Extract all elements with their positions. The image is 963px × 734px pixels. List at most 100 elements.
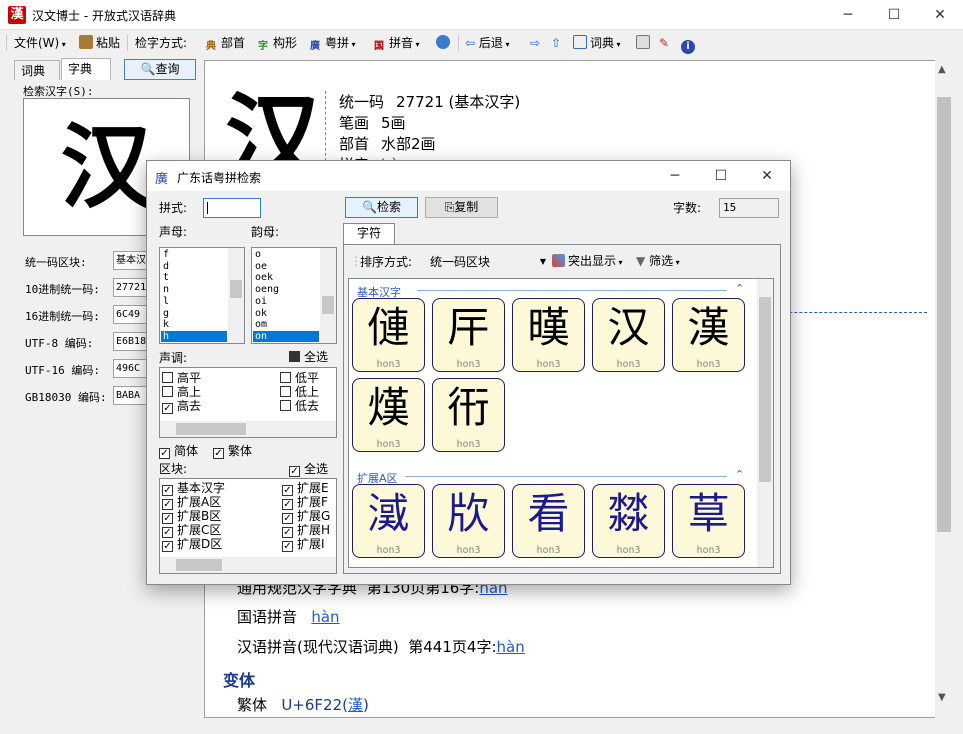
collapse-icon[interactable]: ⌃ [735, 282, 744, 295]
list-item[interactable]: g [161, 308, 227, 319]
guoyu-link[interactable]: hàn [311, 608, 339, 626]
list-item[interactable]: oeng [253, 284, 319, 295]
info-button[interactable]: i [681, 33, 698, 54]
toolbar: 文件(W) ▾ 粘贴 检字方式: 典部首 字构形 廣粤拼 ▾ 国拼音 ▾ ⇦ 后… [0, 30, 963, 56]
block-item[interactable]: ✓ 基本汉字 [162, 481, 225, 496]
main-scroll-thumb[interactable] [937, 97, 951, 532]
highlight-label: 突出显示 [568, 254, 617, 268]
tone-select-all[interactable]: 全选 [289, 350, 328, 364]
block-item[interactable]: ✓ 扩展H [282, 523, 330, 538]
block-item[interactable]: ✓ 扩展A区 [162, 495, 221, 510]
list-item[interactable]: o [253, 249, 319, 260]
char-card[interactable]: 看 hon3 [512, 484, 585, 558]
list-item[interactable]: n [161, 284, 227, 295]
forward-button[interactable]: ⇨ [530, 33, 540, 53]
final-scrollbar[interactable] [320, 248, 336, 343]
top-button[interactable]: ⇧ [551, 33, 561, 53]
tone-item[interactable]: ✓ 高去 [162, 399, 201, 414]
tab-chars[interactable]: 字符 [343, 223, 395, 244]
card-pinyin: hon3 [616, 359, 641, 370]
list-item[interactable]: k [161, 319, 227, 330]
paste-button[interactable]: 粘贴 [79, 33, 120, 53]
simp-checkbox[interactable]: ✓ 简体 [159, 444, 198, 459]
list-item[interactable]: om [253, 319, 319, 330]
block-item[interactable]: ✓ 扩展G [282, 509, 330, 524]
list-item[interactable]: ok [253, 308, 319, 319]
dialog-minimize-button[interactable]: ─ [652, 161, 698, 191]
globe-button[interactable] [436, 33, 453, 53]
maximize-button[interactable]: ☐ [871, 0, 917, 30]
char-card[interactable]: 漢 hon3 [672, 298, 745, 372]
cantonese-button[interactable]: 廣粤拼 ▾ [308, 33, 356, 53]
block-item[interactable]: ✓ 扩展D区 [162, 537, 222, 552]
list-item[interactable]: on [253, 330, 319, 342]
block-item[interactable]: ✓ 扩展F [282, 495, 328, 510]
scroll-down-icon[interactable]: ▼ [938, 692, 946, 703]
tone-item[interactable]: 低平 [280, 371, 319, 385]
char-card[interactable]: 厈 hon3 [432, 298, 505, 372]
char-card[interactable]: 㸝 hon3 [432, 484, 505, 558]
sort-select[interactable]: 统一码区块 ▼ [430, 255, 546, 269]
window-button[interactable] [636, 33, 653, 53]
char-card[interactable]: 㵘 hon3 [592, 484, 665, 558]
block-item[interactable]: ✓ 扩展C区 [162, 523, 221, 538]
pinyin-button[interactable]: 国拼音 ▾ [372, 33, 420, 53]
block-item[interactable]: ✓ 扩展B区 [162, 509, 221, 524]
block-select-all[interactable]: ✓ 全选 [289, 462, 328, 477]
grid-scrollbar[interactable] [757, 279, 773, 567]
file-menu[interactable]: 文件(W) ▾ [14, 33, 66, 53]
char-card[interactable]: 䓍 hon3 [672, 484, 745, 558]
back-button[interactable]: ⇦ 后退 ▾ [465, 33, 509, 53]
pin-button[interactable]: ✎ [659, 33, 669, 53]
list-item[interactable]: d [161, 261, 227, 272]
tone-item[interactable]: 高上 [162, 385, 201, 399]
close-button[interactable]: ✕ [917, 0, 963, 30]
dialog-maximize-button[interactable]: ☐ [698, 161, 744, 191]
collapse-icon[interactable]: ⌃ [735, 468, 744, 481]
final-list[interactable]: o oe oek oeng oi ok om on [251, 247, 337, 344]
field-label: UTF-8 编码: [25, 337, 94, 350]
card-pinyin: hon3 [536, 545, 561, 556]
char-card[interactable]: 熯 hon3 [352, 378, 425, 452]
dialog-search-button[interactable]: 🔍检索 [345, 197, 418, 218]
list-item[interactable]: f [161, 249, 227, 260]
tone-item[interactable]: 高平 [162, 371, 201, 385]
char-card[interactable]: 衎 hon3 [432, 378, 505, 452]
list-item[interactable]: h [161, 330, 227, 342]
list-item[interactable]: oe [253, 261, 319, 272]
shape-button[interactable]: 字构形 [256, 33, 297, 53]
dict-button[interactable]: 词典 ▾ [573, 33, 621, 53]
tab-zi[interactable]: 字典 [61, 58, 111, 80]
char-card[interactable]: 汉 hon3 [592, 298, 665, 372]
trad-link[interactable]: 漢 [348, 696, 363, 714]
trad-checkbox[interactable]: ✓ 繁体 [213, 444, 252, 459]
tone-hscroll[interactable] [160, 421, 336, 437]
char-card[interactable]: 㵄 hon3 [352, 484, 425, 558]
copy-button[interactable]: ⎘复制 [425, 197, 498, 218]
card-pinyin: hon3 [456, 439, 481, 450]
list-item[interactable]: oi [253, 296, 319, 307]
char-card[interactable]: 暵 hon3 [512, 298, 585, 372]
pinyin-input[interactable] [203, 198, 261, 218]
scroll-up-icon[interactable]: ▲ [938, 64, 946, 75]
tab-ci[interactable]: 词典 [14, 60, 60, 80]
highlight-button[interactable]: 突出显示 ▾ [552, 254, 623, 270]
radical-button[interactable]: 典部首 [204, 33, 245, 53]
window-title: 汉文博士 - 开放式汉语辞典 [32, 9, 176, 23]
initial-list[interactable]: fdtnlgkh [159, 247, 245, 344]
filter-button[interactable]: ▼ 筛选 ▾ [636, 254, 680, 270]
list-item[interactable]: oek [253, 272, 319, 283]
minimize-button[interactable]: ─ [825, 0, 871, 30]
block-item[interactable]: ✓ 扩展E [282, 481, 329, 496]
block-item[interactable]: ✓ 扩展I [282, 537, 325, 552]
char-card[interactable]: 僆 hon3 [352, 298, 425, 372]
initial-scrollbar[interactable] [228, 248, 244, 343]
modern-link[interactable]: hàn [497, 638, 525, 656]
dialog-close-button[interactable]: ✕ [744, 161, 790, 191]
list-item[interactable]: t [161, 272, 227, 283]
list-item[interactable]: l [161, 296, 227, 307]
tone-item[interactable]: 低去 [280, 399, 319, 413]
block-hscroll[interactable] [160, 557, 336, 573]
tone-item[interactable]: 低上 [280, 385, 319, 399]
search-button[interactable]: 🔍查询 [124, 59, 196, 80]
